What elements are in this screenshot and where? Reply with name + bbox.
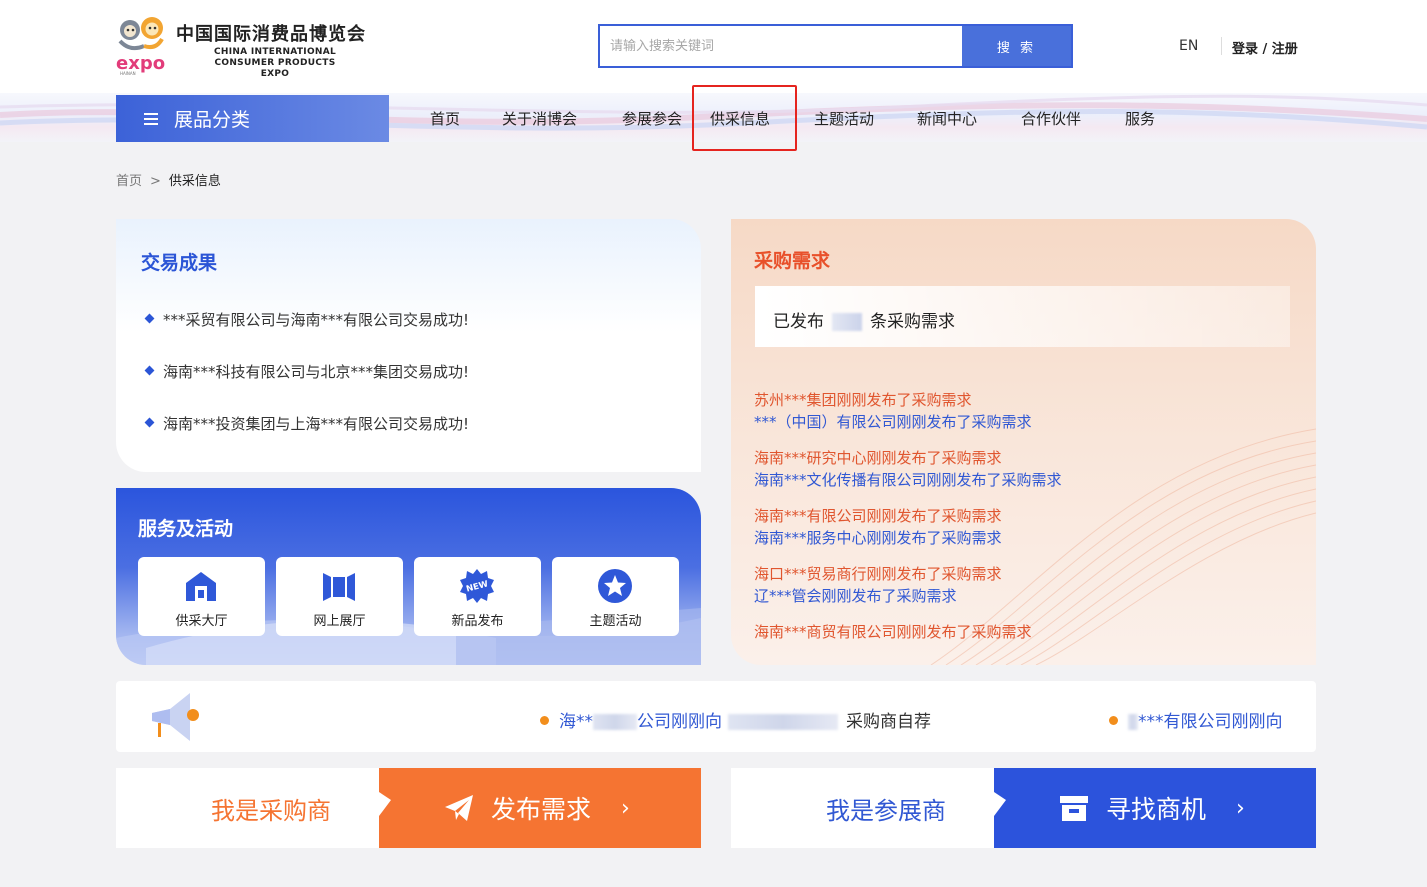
find-opportunity-button[interactable]: 寻找商机 › xyxy=(994,768,1316,848)
tile-label: 主题活动 xyxy=(589,614,642,629)
logo-title-cn: 中国国际消费品博览会 xyxy=(176,24,366,45)
diamond-bullet-icon xyxy=(144,365,155,376)
ticker-action: 公司刚刚向 xyxy=(637,712,722,732)
request-item[interactable]: 海口***贸易商行刚刚发布了采购需求 xyxy=(754,563,1002,584)
request-item[interactable]: 海南***有限公司刚刚发布了采购需求 xyxy=(754,505,1002,526)
announcement-ticker: 海** 公司刚刚向 采购商自荐 ***有限公司刚刚向 xyxy=(116,681,1316,752)
deals-card: 交易成果 ***采贸有限公司与海南***有限公司交易成功! 海南***科技有限公… xyxy=(116,219,701,472)
service-activity-card: 服务及活动 供采大厅 网上展厅 NEW 新品发布 主题活动 xyxy=(116,488,701,665)
category-button-label: 展品分类 xyxy=(174,109,251,131)
chevron-right-icon: › xyxy=(621,795,630,821)
menu-icon xyxy=(144,110,158,128)
monkey-mascot-icon: expo HAINAN xyxy=(116,17,165,76)
online-gallery-icon xyxy=(323,573,355,601)
nav-item-exhibit[interactable]: 参展参会 xyxy=(622,108,682,129)
nav-item-partners[interactable]: 合作伙伴 xyxy=(1021,108,1081,129)
deals-title: 交易成果 xyxy=(141,252,218,274)
chevron-right-icon: › xyxy=(1236,795,1245,821)
diamond-bullet-icon xyxy=(144,417,155,428)
nav-item-news[interactable]: 新闻中心 xyxy=(917,108,977,129)
logo-en-line1: CHINA INTERNATIONAL xyxy=(213,47,337,57)
paper-plane-icon xyxy=(445,795,473,821)
tile-theme-events[interactable]: 主题活动 xyxy=(552,557,679,636)
ticker-company-prefix: 海** xyxy=(559,712,593,732)
deal-item[interactable]: 海南***投资集团与上海***有限公司交易成功! xyxy=(144,413,470,434)
header-divider xyxy=(1221,37,1222,55)
request-item[interactable]: 海南***研究中心刚刚发布了采购需求 xyxy=(754,447,1002,468)
nav-item-services[interactable]: 服务 xyxy=(1125,108,1155,129)
orange-dot-icon xyxy=(1109,715,1118,725)
service-title: 服务及活动 xyxy=(138,518,234,540)
purchase-demand-card: 采购需求 已发布 条采购需求 苏州***集团刚刚发布了采购需求 ***（中国）有限… xyxy=(731,219,1316,665)
deal-item[interactable]: 海南***科技有限公司与北京***集团交易成功! xyxy=(144,361,470,382)
publish-demand-label: 发布需求 xyxy=(491,795,592,824)
deal-item[interactable]: ***采贸有限公司与海南***有限公司交易成功! xyxy=(144,309,470,330)
ticker-company: ***有限公司刚刚向 xyxy=(1138,712,1283,732)
orange-dot-icon xyxy=(540,715,549,725)
request-item[interactable]: 海南***文化传播有限公司刚刚发布了采购需求 xyxy=(754,469,1062,490)
blurred-text xyxy=(728,714,838,730)
language-switch-en[interactable]: EN xyxy=(1179,38,1198,54)
diamond-bullet-icon xyxy=(144,313,155,324)
publish-demand-button[interactable]: 发布需求 › xyxy=(379,768,701,848)
tile-label: 新品发布 xyxy=(451,614,504,629)
ticker-item[interactable]: 海** 公司刚刚向 采购商自荐 xyxy=(540,707,931,732)
request-item[interactable]: 海南***商贸有限公司刚刚发布了采购需求 xyxy=(754,621,1032,642)
logo-hainan: HAINAN xyxy=(120,71,136,76)
tile-supply-hall[interactable]: 供采大厅 xyxy=(138,557,265,636)
nav-item-about[interactable]: 关于消博会 xyxy=(502,108,577,129)
login-register-link[interactable]: 登录 / 注册 xyxy=(1232,38,1298,57)
hall-icon xyxy=(186,572,216,601)
deal-text: 海南***投资集团与上海***有限公司交易成功! xyxy=(163,415,470,433)
blurred-text xyxy=(1128,714,1138,730)
request-item[interactable]: 辽***管会刚刚发布了采购需求 xyxy=(754,585,957,606)
tile-new-products[interactable]: NEW 新品发布 xyxy=(414,557,541,636)
expo-logo[interactable]: expo HAINAN 中国国际消费品博览会 CHINA INTERNATION… xyxy=(116,14,386,79)
new-badge-icon: NEW xyxy=(460,569,494,603)
blurred-text xyxy=(593,714,637,730)
nav-highlight-box xyxy=(692,85,797,151)
published-count-blurred xyxy=(832,313,862,331)
request-item[interactable]: 苏州***集团刚刚发布了采购需求 xyxy=(754,389,972,410)
search-button[interactable]: 搜 索 xyxy=(962,26,1071,66)
store-box-icon xyxy=(1060,796,1088,821)
search-input[interactable] xyxy=(600,26,962,66)
deal-text: ***采贸有限公司与海南***有限公司交易成功! xyxy=(163,311,470,329)
logo-title-en: CHINA INTERNATIONAL CONSUMER PRODUCTS EX… xyxy=(200,47,350,80)
published-count-box: 已发布 条采购需求 xyxy=(755,286,1290,347)
site-header: expo HAINAN 中国国际消费品博览会 CHINA INTERNATION… xyxy=(0,0,1427,93)
ticker-item[interactable]: ***有限公司刚刚向 xyxy=(1109,707,1283,732)
request-item[interactable]: ***（中国）有限公司刚刚发布了采购需求 xyxy=(754,411,1032,432)
request-item[interactable]: 海南***服务中心刚刚发布了采购需求 xyxy=(754,527,1002,548)
breadcrumb: 首页 > 供采信息 xyxy=(116,170,221,189)
breadcrumb-current: 供采信息 xyxy=(168,174,221,189)
tile-online-gallery[interactable]: 网上展厅 xyxy=(276,557,403,636)
find-opportunity-label: 寻找商机 xyxy=(1106,795,1207,824)
product-category-button[interactable]: 展品分类 xyxy=(116,95,389,142)
megaphone-icon xyxy=(152,693,199,741)
breadcrumb-separator: > xyxy=(150,174,161,189)
deal-text: 海南***科技有限公司与北京***集团交易成功! xyxy=(163,363,470,381)
star-icon xyxy=(598,569,632,603)
published-prefix: 已发布 xyxy=(773,312,824,332)
tile-label: 供采大厅 xyxy=(175,614,228,629)
breadcrumb-home[interactable]: 首页 xyxy=(116,174,142,189)
ticker-suffix: 采购商自荐 xyxy=(846,712,931,732)
nav-item-theme-events[interactable]: 主题活动 xyxy=(814,108,874,129)
demand-title: 采购需求 xyxy=(754,250,831,272)
tile-label: 网上展厅 xyxy=(313,614,366,629)
published-suffix: 条采购需求 xyxy=(870,312,955,332)
logo-en-line2: CONSUMER PRODUCTS EXPO xyxy=(214,58,336,79)
nav-item-home[interactable]: 首页 xyxy=(430,108,460,129)
search-bar: 搜 索 xyxy=(598,24,1073,68)
